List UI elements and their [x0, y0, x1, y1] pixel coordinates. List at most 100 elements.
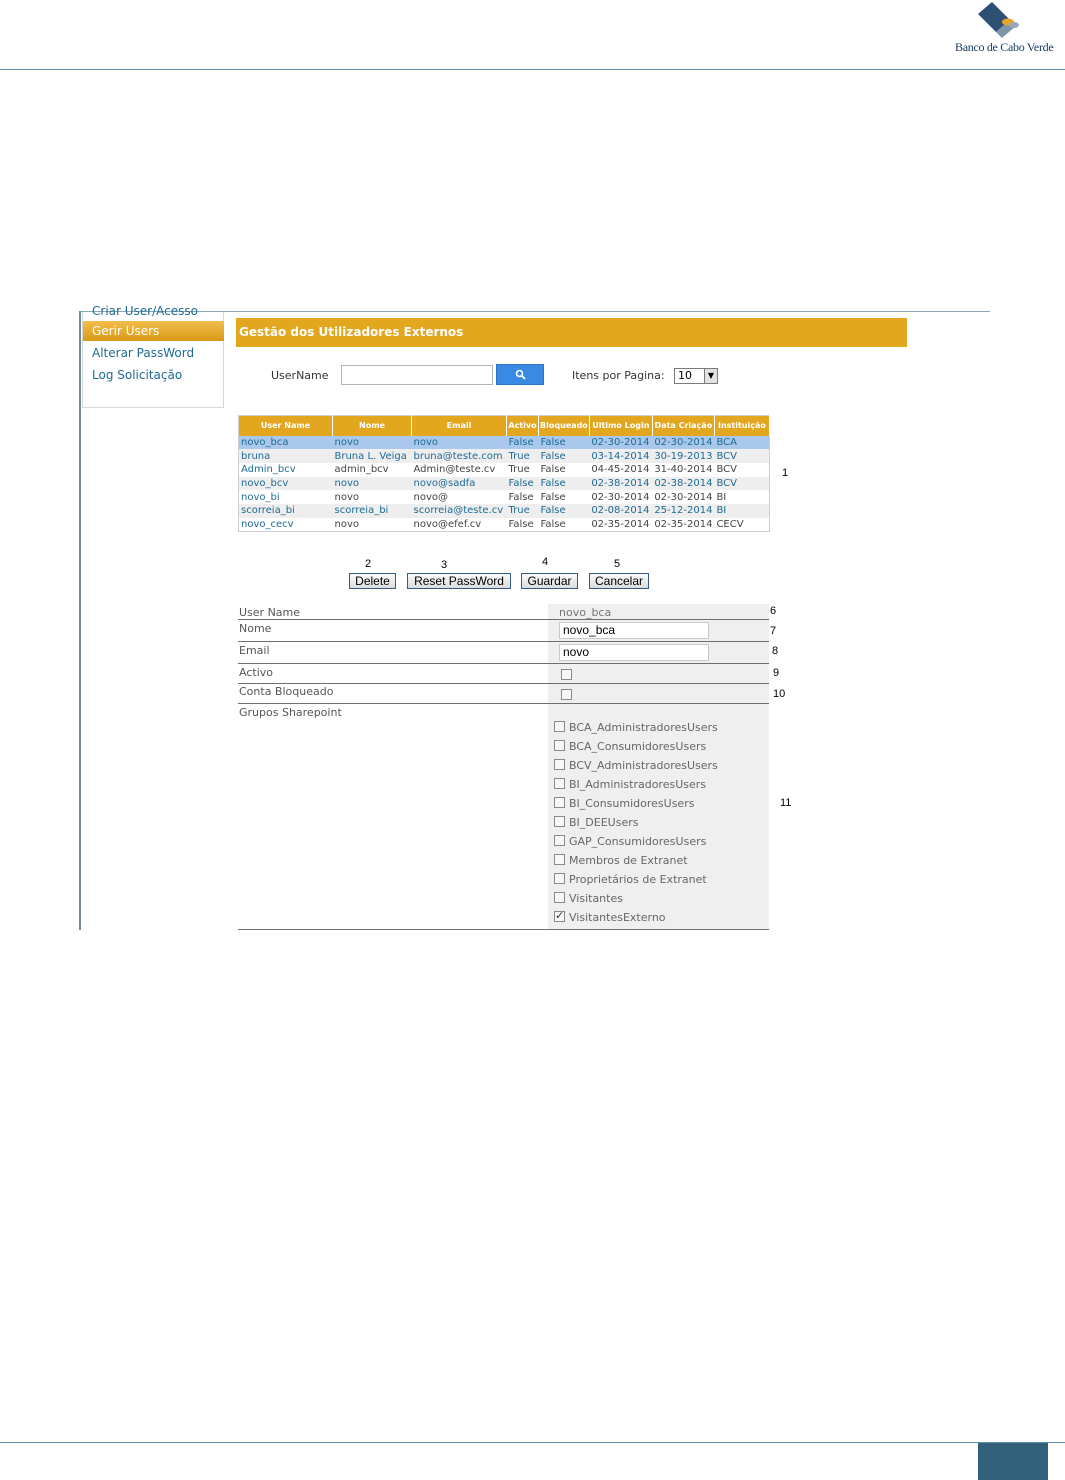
- group-checkbox[interactable]: [554, 854, 565, 865]
- callout-number: 10: [773, 688, 786, 700]
- table-cell: 03-14-2014: [589, 449, 653, 463]
- bloqueado-checkbox[interactable]: [561, 689, 572, 700]
- table-cell: False: [508, 518, 534, 530]
- table-cell: novo: [332, 476, 412, 491]
- column-header[interactable]: Email: [411, 415, 507, 436]
- group-checkbox[interactable]: [554, 721, 565, 732]
- group-label: BCA_ConsumidoresUsers: [569, 740, 707, 753]
- username-search-input[interactable]: [341, 365, 493, 385]
- nome-field[interactable]: novo_bca: [559, 622, 709, 639]
- group-label: BI_ConsumidoresUsers: [569, 797, 695, 810]
- table-cell: Admin@teste.cv: [413, 464, 496, 476]
- items-per-page-value: 10: [678, 369, 692, 382]
- activo-checkbox[interactable]: [561, 669, 572, 680]
- username-search-label: UserName: [271, 369, 329, 382]
- column-header[interactable]: Ultimo Login: [589, 415, 653, 436]
- bloqueado-label: Conta Bloqueado: [239, 685, 334, 698]
- table-cell: 02-30-2014: [654, 491, 713, 503]
- grid-header-row: User Name Nome Email Activo Bloqueado Ul…: [238, 415, 770, 436]
- table-cell: 25-12-2014: [652, 503, 715, 518]
- table-row[interactable]: novo_bcv novo novo@sadfa False False 02-…: [238, 476, 770, 491]
- search-button[interactable]: [496, 364, 544, 385]
- sidebar: Criar User/Acesso Gerir Users Alterar Pa…: [82, 304, 224, 408]
- chevron-down-icon[interactable]: ▼: [704, 369, 717, 383]
- table-cell: True: [506, 503, 539, 518]
- users-grid: User Name Nome Email Activo Bloqueado Ul…: [238, 415, 770, 532]
- column-header[interactable]: Instituição: [714, 415, 770, 436]
- table-row[interactable]: scorreia_bi scorreia_bi scorreia@teste.c…: [238, 503, 770, 518]
- form-row-activo: Activo: [238, 664, 769, 684]
- table-cell: novo: [334, 518, 360, 530]
- cancel-button[interactable]: Cancelar: [589, 573, 649, 589]
- group-label: BCA_AdministradoresUsers: [569, 721, 718, 734]
- table-cell[interactable]: novo_cecv: [239, 518, 333, 532]
- reset-password-button[interactable]: Reset PassWord: [407, 573, 511, 589]
- table-cell: False: [540, 464, 566, 476]
- table-cell: BCA: [714, 435, 770, 450]
- sidebar-item-alterar-password[interactable]: Alterar PassWord: [83, 343, 224, 363]
- column-header[interactable]: User Name: [238, 415, 333, 436]
- group-checkbox[interactable]: [554, 797, 565, 808]
- column-header[interactable]: Nome: [332, 415, 412, 436]
- table-row[interactable]: bruna Bruna L. Veiga bruna@teste.com Tru…: [238, 449, 770, 463]
- username-value: novo_bca: [559, 606, 612, 619]
- table-cell[interactable]: Admin_bcv: [239, 463, 333, 477]
- delete-button[interactable]: Delete: [349, 573, 396, 589]
- column-header[interactable]: Activo: [506, 415, 539, 436]
- table-cell: 02-38-2014: [652, 476, 715, 491]
- activo-label: Activo: [239, 666, 273, 679]
- group-checkbox-checked[interactable]: [554, 909, 565, 922]
- table-cell: 02-30-2014: [589, 435, 653, 450]
- group-checkbox[interactable]: [554, 759, 565, 770]
- group-checkbox[interactable]: [554, 778, 565, 789]
- group-label: GAP_ConsumidoresUsers: [569, 835, 707, 848]
- table-cell: admin_bcv: [334, 464, 389, 476]
- group-checkbox[interactable]: [554, 892, 565, 903]
- table-cell: BCV: [716, 464, 737, 476]
- table-cell[interactable]: scorreia_bi: [238, 503, 333, 518]
- group-label: Visitantes: [569, 892, 623, 905]
- page-title: Gestão dos Utilizadores Externos: [236, 318, 907, 347]
- table-cell: False: [540, 518, 566, 530]
- table-row[interactable]: Admin_bcv admin_bcv Admin@teste.cv True …: [239, 463, 770, 477]
- table-cell: bruna@teste.com: [411, 449, 507, 463]
- callout-number: 2: [365, 558, 372, 570]
- form-row-username: User Name: [238, 604, 769, 620]
- callout-number: 1: [782, 467, 789, 479]
- table-cell: novo@efef.cv: [413, 518, 482, 530]
- email-label: Email: [239, 644, 270, 657]
- email-field[interactable]: novo: [559, 644, 709, 661]
- sidebar-item-log-solicitacao[interactable]: Log Solicitação: [83, 365, 224, 385]
- table-row[interactable]: novo_cecv novo novo@efef.cv False False …: [239, 518, 770, 532]
- callout-number: 11: [780, 797, 792, 809]
- table-cell: False: [538, 435, 590, 450]
- table-cell[interactable]: bruna: [238, 449, 333, 463]
- items-per-page-select[interactable]: 10 ▼: [674, 368, 718, 384]
- sidebar-item-gerir-users[interactable]: Gerir Users: [83, 321, 224, 341]
- table-row[interactable]: novo_bi novo novo@ False False 02-30-201…: [239, 490, 770, 504]
- table-cell: BI: [716, 491, 727, 503]
- table-cell[interactable]: novo_bca: [238, 435, 333, 450]
- table-cell: False: [540, 491, 566, 503]
- group-checkbox[interactable]: [554, 873, 565, 884]
- table-cell[interactable]: novo_bi: [239, 490, 333, 504]
- table-cell: scorreia_bi: [332, 503, 412, 518]
- table-cell: 02-08-2014: [589, 503, 653, 518]
- save-button[interactable]: Guardar: [521, 573, 578, 589]
- nome-label: Nome: [239, 622, 272, 635]
- table-row[interactable]: novo_bca novo novo False False 02-30-201…: [238, 435, 770, 450]
- table-cell: False: [508, 491, 534, 503]
- group-checkbox[interactable]: [554, 816, 565, 827]
- table-cell[interactable]: novo_bcv: [238, 476, 333, 491]
- table-cell: novo: [334, 491, 360, 503]
- sidebar-item-criar-user[interactable]: Criar User/Acesso: [92, 304, 198, 318]
- page-number-box: [978, 1443, 1048, 1480]
- table-cell: 02-30-2014: [591, 491, 650, 503]
- table-cell: 02-35-2014: [654, 518, 713, 530]
- table-cell: 04-45-2014: [591, 464, 650, 476]
- table-cell: CECV: [716, 518, 744, 530]
- group-checkbox[interactable]: [554, 835, 565, 846]
- column-header[interactable]: Data Criação: [652, 415, 715, 436]
- group-checkbox[interactable]: [554, 740, 565, 751]
- column-header[interactable]: Bloqueado: [538, 415, 590, 436]
